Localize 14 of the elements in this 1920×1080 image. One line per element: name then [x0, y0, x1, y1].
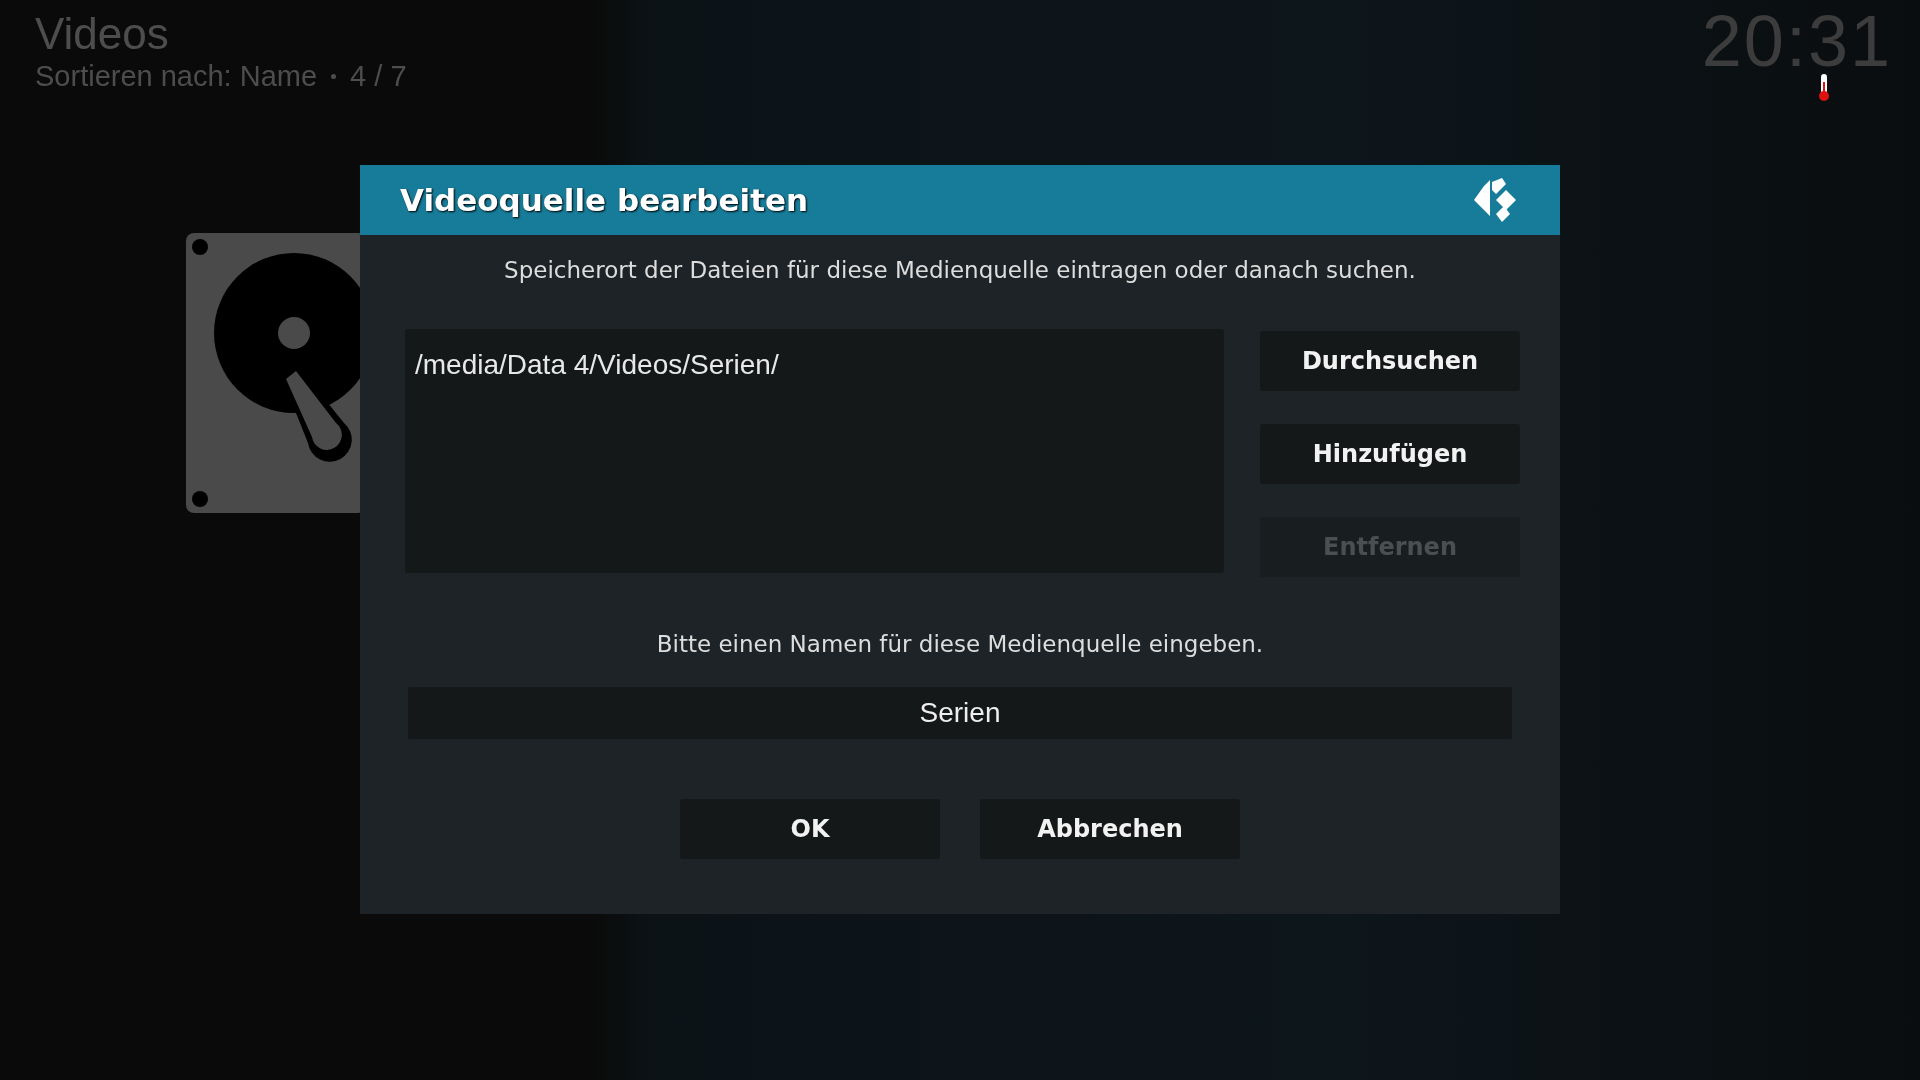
- page-title: Videos: [35, 8, 170, 60]
- sort-label: Sortieren nach: Name: [35, 60, 318, 93]
- dialog-description: Speicherort der Dateien für diese Medienquelle eintragen oder danach suchen.: [503, 257, 1417, 283]
- name-input-field[interactable]: Serien: [408, 687, 1512, 739]
- separator-dot-icon: [331, 74, 337, 79]
- dialog-button[interactable]: Durchsuchen: [1260, 331, 1520, 391]
- path-list-item[interactable]: /media/Data 4/Videos/Serien/: [415, 349, 1214, 381]
- dialog-button[interactable]: OK: [680, 799, 940, 859]
- dialog-button[interactable]: Abbrechen: [980, 799, 1240, 859]
- thermometer-icon: [1818, 74, 1830, 102]
- item-position: 4 / 7: [350, 60, 407, 93]
- dialog-button[interactable]: Hinzufügen: [1260, 424, 1520, 484]
- dialog-title: Videoquelle bearbeiten: [400, 182, 809, 218]
- name-prompt: Bitte einen Namen für diese Medienquelle eingeben.: [655, 631, 1265, 657]
